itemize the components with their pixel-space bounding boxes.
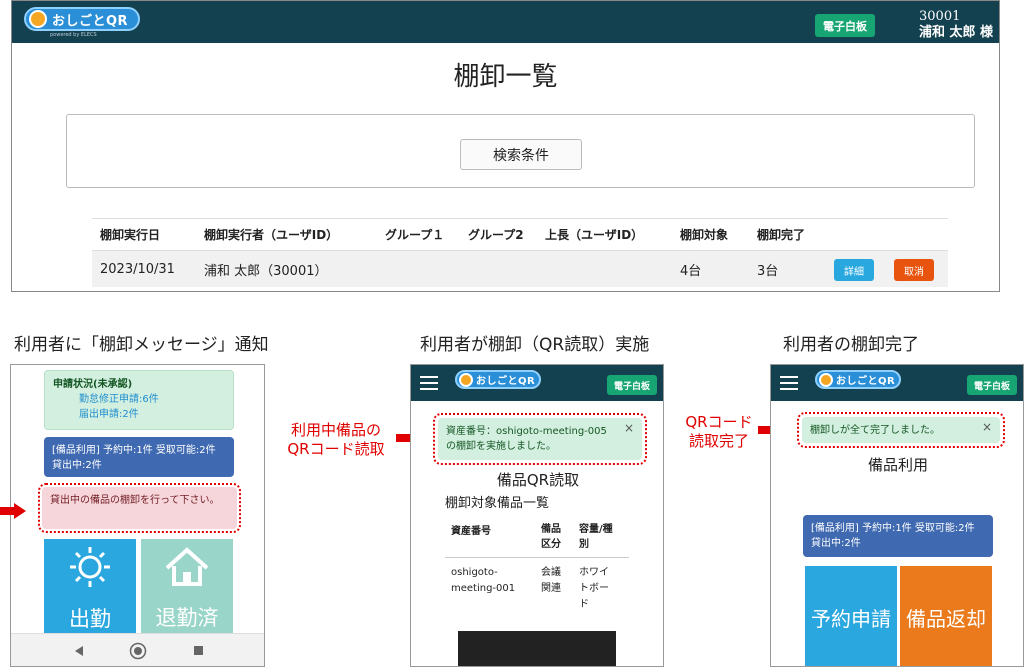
reserve-request-tile[interactable]: 予約申請 <box>805 566 897 666</box>
alert-line2: の棚卸を実施しました。 <box>446 441 556 452</box>
app-logo[interactable]: おしごとQR <box>455 370 541 389</box>
col-date: 棚卸実行日 <box>100 228 161 242</box>
logo-text: おしごとQR <box>836 376 896 387</box>
clock-icon <box>819 372 833 387</box>
col-executor: 棚卸実行者（ユーザID） <box>204 228 339 242</box>
alert-line1: 資産番号：oshigoto-meeting-005 <box>446 426 607 437</box>
app-logo[interactable]: おしごとQR <box>24 7 140 31</box>
row-target: 4台 <box>680 263 702 279</box>
success-alert: 棚卸しが全て完了しました。 × <box>802 417 1000 443</box>
search-panel: 検索条件 <box>66 114 975 188</box>
page-title: 棚卸一覧 <box>453 62 558 92</box>
clock-icon <box>459 372 473 387</box>
reserve-request-label: 予約申請 <box>811 606 891 631</box>
clock-out-tile[interactable]: 退勤済 <box>141 539 233 639</box>
qr-read-label: 利用中備品の QRコード読取 <box>287 421 385 458</box>
td-asset-number: oshigoto- meeting-001 <box>451 567 516 594</box>
inventory-message: 貸出中の備品の棚卸を行って下さい。 <box>42 487 237 529</box>
logo-text: おしごとQR <box>52 13 129 29</box>
return-equipment-tile[interactable]: 備品返却 <box>900 566 992 666</box>
caption-left: 利用者に「棚卸メッセージ」通知 <box>14 335 269 355</box>
recent-square-icon[interactable] <box>193 645 204 656</box>
board-button[interactable]: 電子白板 <box>815 14 875 37</box>
user-id: 30001 <box>919 9 961 24</box>
mobile-header: おしごとQR 電子白板 <box>771 365 1023 401</box>
status-title: 申請状況(未承認) <box>53 379 133 390</box>
status-line1[interactable]: 勤怠修正申請:6件 <box>53 392 225 407</box>
phone-qr-read: おしごとQR 電子白板 資産番号：oshigoto-meeting-005 の棚… <box>410 364 664 667</box>
equipment-status-panel[interactable]: [備品利用] 予約中:1件 受取可能:2件 貸出中:2件 <box>44 437 234 477</box>
col-group2: グループ2 <box>468 228 524 242</box>
table-row: oshigoto- meeting-001 会議 関連 ホワイ トボー ド <box>445 559 629 617</box>
equip-line1: [備品利用] 予約中:1件 受取可能:2件 <box>52 445 216 456</box>
search-conditions-button[interactable]: 検索条件 <box>460 139 582 170</box>
cancel-button[interactable]: 取消 <box>894 259 934 281</box>
page-title: 備品QR読取 <box>496 471 580 489</box>
close-icon[interactable]: × <box>982 420 992 435</box>
home-circle-icon[interactable] <box>129 642 147 660</box>
board-button[interactable]: 電子白板 <box>607 375 657 395</box>
col-done: 棚卸完了 <box>757 228 806 242</box>
android-nav-bar <box>11 633 264 666</box>
row-executor: 浦和 太郎（30001） <box>204 263 328 279</box>
equip-line1: [備品利用] 予約中:1件 受取可能:2件 <box>811 523 975 534</box>
phone-complete: おしごとQR 電子白板 棚卸しが全て完了しました。 × 備品利用 [備品利用] … <box>770 364 1024 667</box>
th-category: 備品 区分 <box>541 524 561 550</box>
table-row: 2023/10/31 浦和 太郎（30001） 4台 3台 詳細 取消 <box>92 251 948 287</box>
camera-preview[interactable] <box>458 631 616 666</box>
board-button[interactable]: 電子白板 <box>967 375 1017 395</box>
success-alert: 資産番号：oshigoto-meeting-005 の棚卸を実施しました。 × <box>438 418 642 460</box>
clock-icon <box>29 10 47 28</box>
row-done: 3台 <box>757 263 779 279</box>
qr-read-complete-label: QRコード 読取完了 <box>685 413 753 450</box>
caption-right: 利用者の棚卸完了 <box>783 335 919 355</box>
row-date: 2023/10/31 <box>100 261 175 277</box>
status-line2[interactable]: 届出申請:2件 <box>53 407 225 422</box>
hamburger-menu-icon[interactable] <box>420 376 438 390</box>
section-title: 棚卸対象備品一覧 <box>445 496 550 511</box>
hamburger-menu-icon[interactable] <box>780 376 798 390</box>
page-title: 備品利用 <box>867 456 928 474</box>
status-panel[interactable]: 申請状況(未承認) 勤怠修正申請:6件 届出申請:2件 <box>44 370 234 430</box>
col-manager: 上長（ユーザID） <box>545 228 644 242</box>
equip-line2: 貸出中:2件 <box>811 538 861 549</box>
mobile-header: おしごとQR 電子白板 <box>411 365 663 401</box>
th-asset-number: 資産番号 <box>451 526 491 537</box>
app-header: おしごとQR powered by ELECS 電子白板 30001 浦和 太郎… <box>12 1 999 43</box>
user-name: 浦和 太郎 様 <box>919 25 994 40</box>
red-arrow-icon <box>0 503 26 519</box>
caption-middle: 利用者が棚卸（QR読取）実施 <box>420 335 650 355</box>
th-capacity: 容量/種 別 <box>579 524 613 550</box>
equipment-status-panel[interactable]: [備品利用] 予約中:1件 受取可能:2件 貸出中:2件 <box>803 515 993 557</box>
home-icon <box>165 547 209 586</box>
equip-line2: 貸出中:2件 <box>52 460 102 471</box>
close-icon[interactable]: × <box>624 421 634 436</box>
td-capacity: ホワイ トボー ド <box>579 567 609 610</box>
td-category: 会議 関連 <box>541 567 561 594</box>
user-info: 30001 浦和 太郎 様 <box>919 9 993 41</box>
col-group1: グループ１ <box>385 228 445 242</box>
app-logo[interactable]: おしごとQR <box>815 370 901 389</box>
equipment-table-header: 資産番号 備品 区分 容量/種 別 <box>445 514 629 558</box>
col-target: 棚卸対象 <box>680 228 729 242</box>
inventory-list-window: おしごとQR powered by ELECS 電子白板 30001 浦和 太郎… <box>11 0 1000 292</box>
clock-in-label: 出勤 <box>69 607 111 631</box>
detail-button[interactable]: 詳細 <box>834 259 874 281</box>
phone-notification: 申請状況(未承認) 勤怠修正申請:6件 届出申請:2件 [備品利用] 予約中:1… <box>10 364 265 667</box>
table-header: 棚卸実行日 棚卸実行者（ユーザID） グループ１ グループ2 上長（ユーザID）… <box>92 218 948 251</box>
clock-in-tile[interactable]: 出勤 <box>44 539 136 639</box>
alert-text: 棚卸しが全て完了しました。 <box>810 425 940 436</box>
return-equipment-label: 備品返却 <box>906 606 986 631</box>
sun-icon <box>70 547 110 587</box>
logo-subtitle: powered by ELECS <box>50 32 97 38</box>
logo-text: おしごとQR <box>476 376 536 387</box>
back-icon[interactable] <box>73 645 85 657</box>
clock-out-label: 退勤済 <box>155 606 219 630</box>
